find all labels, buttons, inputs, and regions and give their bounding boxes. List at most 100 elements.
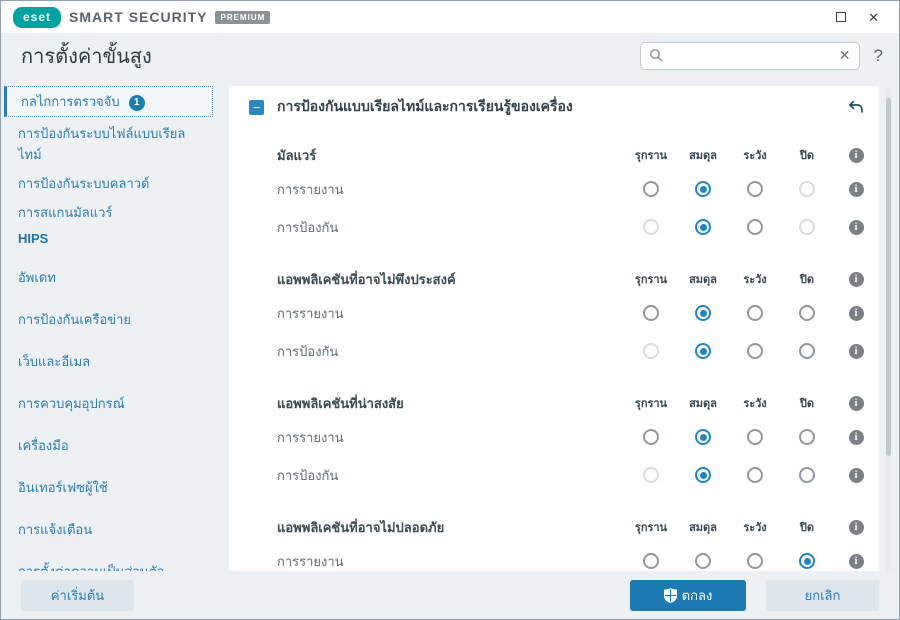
sidebar-item-cloud-protection[interactable]: การป้องกันระบบคลาวด์ bbox=[1, 169, 219, 198]
radio-off[interactable] bbox=[799, 553, 815, 569]
info-icon[interactable]: i bbox=[848, 219, 864, 235]
group-title: แอพพลิเคชันที่อาจไม่ปลอดภัย bbox=[277, 519, 445, 535]
close-button[interactable]: ✕ bbox=[868, 11, 879, 24]
setting-row-protection: การป้องกัน i bbox=[249, 208, 879, 246]
column-header-aggressive: รุกราน bbox=[634, 274, 668, 286]
setting-group-suspicious-apps: แอพพลิเคชันที่น่าสงสัย รุกราน สมดุล ระวั… bbox=[249, 388, 879, 494]
footer: ค่าเริ่มต้น ตกลง ยกเลิก bbox=[1, 571, 899, 619]
sidebar-item-web-and-email[interactable]: เว็บและอีเมล bbox=[1, 347, 219, 376]
radio-aggressive[interactable] bbox=[643, 181, 659, 197]
info-icon[interactable]: i bbox=[848, 343, 864, 359]
radio-balanced[interactable] bbox=[695, 219, 711, 235]
search-box[interactable]: ✕ bbox=[639, 41, 860, 70]
setting-row-protection: การป้องกัน i bbox=[249, 332, 879, 370]
sidebar-item-tools[interactable]: เครื่องมือ bbox=[1, 431, 219, 460]
setting-row-protection: การป้องกัน i bbox=[249, 456, 879, 494]
sidebar-item-malware-scans[interactable]: การสแกนมัลแวร์ bbox=[1, 198, 219, 227]
sidebar-item-label: กลไกการตรวจจับ bbox=[21, 94, 120, 109]
row-label: การป้องกัน bbox=[277, 467, 339, 483]
scrollbar-thumb[interactable] bbox=[886, 98, 891, 456]
ok-button[interactable]: ตกลง bbox=[630, 579, 746, 611]
radio-off[interactable] bbox=[799, 429, 815, 445]
radio-cautious[interactable] bbox=[747, 181, 763, 197]
radio-off[interactable] bbox=[799, 343, 815, 359]
info-icon[interactable]: i bbox=[848, 519, 864, 535]
column-header-aggressive: รุกราน bbox=[634, 398, 668, 410]
info-icon[interactable]: i bbox=[848, 271, 864, 287]
sidebar-item-detection-engine[interactable]: กลไกการตรวจจับ 1 bbox=[4, 86, 213, 117]
column-header-cautious: ระวัง bbox=[743, 398, 767, 410]
body: กลไกการตรวจจับ 1 การป้องกันระบบไฟล์แบบเรี… bbox=[1, 78, 899, 579]
radio-aggressive[interactable] bbox=[643, 467, 659, 483]
maximize-button[interactable] bbox=[836, 11, 847, 24]
revert-to-default-button[interactable] bbox=[847, 98, 865, 116]
collapse-toggle[interactable]: − bbox=[249, 99, 264, 115]
info-icon[interactable]: i bbox=[848, 305, 864, 321]
info-icon[interactable]: i bbox=[848, 147, 864, 163]
scrollbar-track[interactable] bbox=[886, 86, 891, 573]
section-header: − การป้องกันแบบเรียลไทม์และการเรียนรู้ขอ… bbox=[249, 92, 879, 122]
radio-off[interactable] bbox=[799, 305, 815, 321]
cancel-button[interactable]: ยกเลิก bbox=[766, 579, 879, 611]
sidebar-item-update[interactable]: อัพเดท bbox=[1, 263, 219, 292]
radio-balanced[interactable] bbox=[695, 305, 711, 321]
radio-balanced[interactable] bbox=[695, 343, 711, 359]
sidebar-item-device-control[interactable]: การควบคุมอุปกรณ์ bbox=[1, 389, 219, 418]
radio-off[interactable] bbox=[799, 181, 815, 197]
sidebar-item-network-protection[interactable]: การป้องกันเครือข่าย bbox=[1, 305, 219, 334]
radio-off[interactable] bbox=[799, 467, 815, 483]
setting-row-reporting: การรายงาน i bbox=[249, 294, 879, 332]
info-icon[interactable]: i bbox=[848, 553, 864, 569]
eset-logo: eset bbox=[13, 6, 62, 28]
radio-balanced[interactable] bbox=[695, 553, 711, 569]
info-icon[interactable]: i bbox=[848, 181, 864, 197]
radio-cautious[interactable] bbox=[747, 429, 763, 445]
clear-search-icon[interactable]: ✕ bbox=[839, 47, 851, 64]
radio-aggressive[interactable] bbox=[643, 553, 659, 569]
column-header-off: ปิด bbox=[799, 274, 815, 286]
info-icon[interactable]: i bbox=[848, 467, 864, 483]
info-icon[interactable]: i bbox=[848, 429, 864, 445]
help-icon[interactable]: ? bbox=[874, 46, 883, 66]
radio-balanced[interactable] bbox=[695, 181, 711, 197]
titlebar: eset SMART SECURITY PREMIUM ✕ bbox=[1, 1, 899, 33]
group-header: มัลแวร์ รุกราน สมดุล ระวัง ปิด i bbox=[249, 140, 879, 170]
column-header-balanced: สมดุล bbox=[689, 398, 717, 410]
section-title: การป้องกันแบบเรียลไทม์และการเรียนรู้ของเ… bbox=[277, 98, 573, 114]
radio-balanced[interactable] bbox=[695, 467, 711, 483]
group-title: มัลแวร์ bbox=[277, 147, 317, 163]
sidebar-item-notifications[interactable]: การแจ้งเตือน bbox=[1, 515, 219, 544]
radio-cautious[interactable] bbox=[747, 305, 763, 321]
radio-off[interactable] bbox=[799, 219, 815, 235]
column-header-off: ปิด bbox=[799, 398, 815, 410]
search-input[interactable] bbox=[669, 48, 839, 63]
setting-row-reporting: การรายงาน i bbox=[249, 170, 879, 208]
notification-count-badge: 1 bbox=[128, 94, 145, 111]
brand: eset SMART SECURITY PREMIUM bbox=[13, 6, 271, 28]
radio-cautious[interactable] bbox=[747, 553, 763, 569]
radio-aggressive[interactable] bbox=[643, 343, 659, 359]
radio-cautious[interactable] bbox=[747, 343, 763, 359]
column-header-cautious: ระวัง bbox=[743, 274, 767, 286]
setting-row-reporting: การรายงาน i bbox=[249, 418, 879, 456]
radio-cautious[interactable] bbox=[747, 467, 763, 483]
sidebar-item-user-interface[interactable]: อินเทอร์เฟซผู้ใช้ bbox=[1, 473, 219, 502]
row-label: การรายงาน bbox=[277, 553, 344, 569]
setting-group-potentially-unwanted-apps: แอพพลิเคชันที่อาจไม่พึงประสงค์ รุกราน สม… bbox=[249, 264, 879, 370]
radio-aggressive[interactable] bbox=[643, 305, 659, 321]
group-header: แอพพลิเคชันที่น่าสงสัย รุกราน สมดุล ระวั… bbox=[249, 388, 879, 418]
sidebar-item-hips[interactable]: HIPS bbox=[1, 227, 219, 250]
row-label: การป้องกัน bbox=[277, 219, 339, 235]
sidebar-item-realtime-file-protection[interactable]: การป้องกันระบบไฟล์แบบเรียลไทม์ bbox=[1, 119, 219, 169]
setting-row-reporting: การรายงาน i bbox=[249, 542, 879, 573]
group-header: แอพพลิเคชันที่อาจไม่ปลอดภัย รุกราน สมดุล… bbox=[249, 512, 879, 542]
default-button[interactable]: ค่าเริ่มต้น bbox=[21, 579, 134, 611]
group-header: แอพพลิเคชันที่อาจไม่พึงประสงค์ รุกราน สม… bbox=[249, 264, 879, 294]
column-header-aggressive: รุกราน bbox=[634, 150, 668, 162]
info-icon[interactable]: i bbox=[848, 395, 864, 411]
eset-advanced-setup-window: eset SMART SECURITY PREMIUM ✕ การตั้งค่า… bbox=[0, 0, 900, 620]
radio-aggressive[interactable] bbox=[643, 219, 659, 235]
radio-cautious[interactable] bbox=[747, 219, 763, 235]
radio-balanced[interactable] bbox=[695, 429, 711, 445]
radio-aggressive[interactable] bbox=[643, 429, 659, 445]
